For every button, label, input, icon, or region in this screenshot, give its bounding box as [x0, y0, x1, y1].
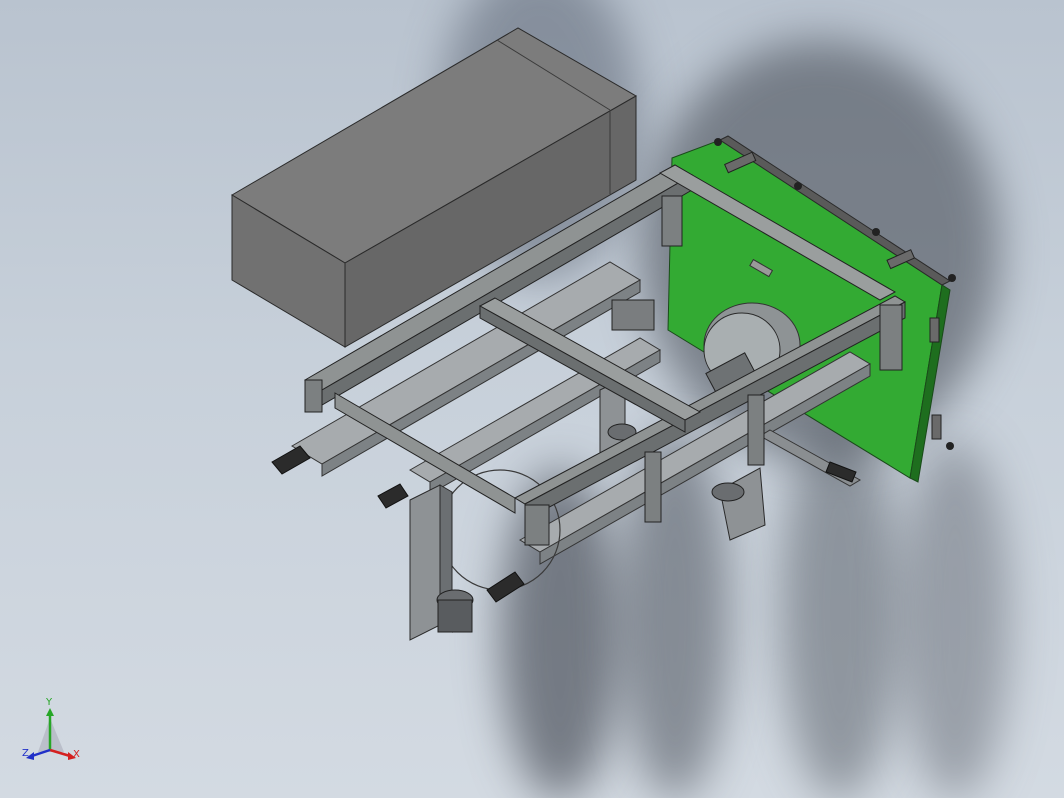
x-axis-label: X: [73, 749, 80, 760]
cad-model[interactable]: [0, 0, 1064, 798]
coordinate-triad: Y X Z: [18, 697, 88, 780]
z-axis-label: Z: [22, 748, 29, 759]
triad-axes: [26, 708, 76, 760]
graphics-viewport[interactable]: Y X Z: [0, 0, 1064, 798]
y-axis-label: Y: [46, 697, 53, 708]
